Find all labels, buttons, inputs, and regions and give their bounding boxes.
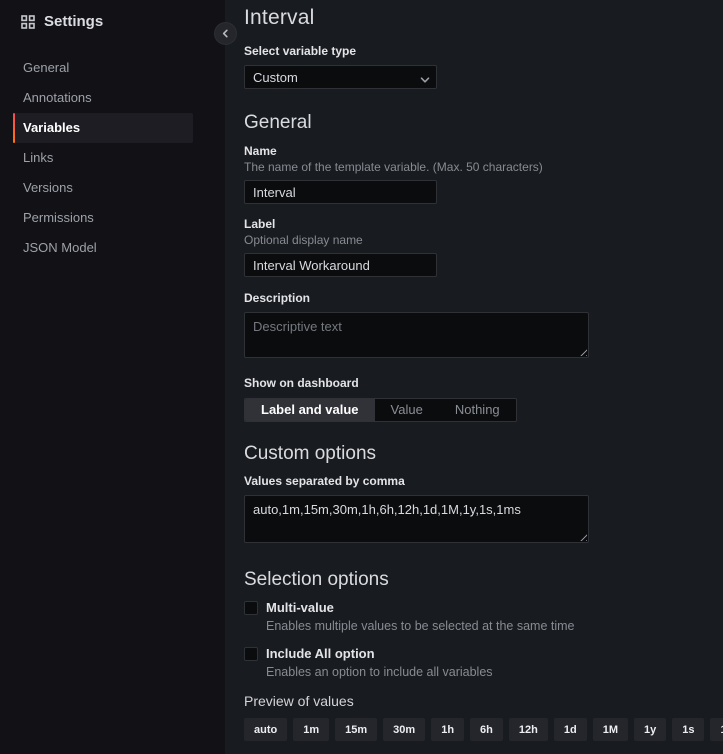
preview-chip[interactable]: 1y (634, 718, 666, 741)
radio-value[interactable]: Value (375, 399, 439, 421)
chevron-down-icon (420, 72, 430, 90)
preview-chip[interactable]: 30m (383, 718, 425, 741)
include-all-description: Enables an option to include all variabl… (266, 665, 723, 679)
show-on-dashboard-label: Show on dashboard (244, 376, 723, 390)
include-all-label[interactable]: Include All option (266, 646, 375, 661)
preview-chip[interactable]: 15m (335, 718, 377, 741)
label-description: Optional display name (244, 233, 723, 247)
multi-value-checkbox[interactable] (244, 601, 258, 615)
sidebar-item-permissions[interactable]: Permissions (13, 203, 193, 233)
preview-chip[interactable]: 1s (672, 718, 704, 741)
description-label: Description (244, 291, 723, 305)
values-label: Values separated by comma (244, 474, 723, 488)
preview-chip[interactable]: 6h (470, 718, 503, 741)
sidebar-item-general[interactable]: General (13, 53, 193, 83)
general-section-title: General (244, 112, 723, 134)
collapse-sidebar-button[interactable] (214, 22, 237, 45)
preview-chip[interactable]: 1d (554, 718, 587, 741)
sidebar-item-versions[interactable]: Versions (13, 173, 193, 203)
page-title: Interval (244, 6, 723, 30)
variable-type-select[interactable]: Custom (244, 65, 437, 89)
chevron-left-icon (221, 29, 230, 38)
custom-options-section-title: Custom options (244, 443, 723, 465)
variable-type-label: Select variable type (244, 44, 723, 58)
selection-options-section-title: Selection options (244, 569, 723, 591)
multi-value-label[interactable]: Multi-value (266, 600, 334, 615)
label-input[interactable] (244, 253, 437, 277)
preview-chips: auto 1m 15m 30m 1h 6h 12h 1d 1M 1y 1s 1m… (244, 718, 723, 741)
sidebar-item-json-model[interactable]: JSON Model (13, 233, 193, 263)
values-textarea[interactable]: auto,1m,15m,30m,1h,6h,12h,1d,1M,1y,1s,1m… (244, 495, 589, 543)
name-description: The name of the template variable. (Max.… (244, 160, 723, 174)
sidebar-item-variables[interactable]: Variables (13, 113, 193, 143)
preview-chip[interactable]: 12h (509, 718, 548, 741)
name-field-group: Name The name of the template variable. … (244, 144, 723, 204)
preview-label: Preview of values (244, 693, 723, 709)
variable-type-group: Select variable type Custom (244, 44, 723, 89)
preview-group: Preview of values auto 1m 15m 30m 1h 6h … (244, 693, 723, 741)
preview-chip[interactable]: auto (244, 718, 287, 741)
multi-value-group: Multi-value Enables multiple values to b… (244, 600, 723, 633)
show-on-dashboard-radio-group: Label and value Value Nothing (244, 398, 517, 422)
settings-nav: General Annotations Variables Links Vers… (13, 53, 193, 263)
variable-type-value: Custom (253, 70, 298, 85)
name-label: Name (244, 144, 723, 158)
custom-values-group: Values separated by comma auto,1m,15m,30… (244, 474, 723, 543)
sidebar-title: Settings (44, 13, 103, 30)
description-field-group: Description (244, 291, 723, 358)
preview-chip[interactable]: 1ms (710, 718, 723, 741)
preview-chip[interactable]: 1M (593, 718, 628, 741)
radio-nothing[interactable]: Nothing (439, 399, 516, 421)
settings-sidebar: Settings General Annotations Variables L… (0, 0, 225, 754)
include-all-group: Include All option Enables an option to … (244, 646, 723, 679)
grid-icon (21, 15, 35, 29)
sidebar-item-annotations[interactable]: Annotations (13, 83, 193, 113)
label-label: Label (244, 217, 723, 231)
include-all-checkbox[interactable] (244, 647, 258, 661)
sidebar-header: Settings (0, 0, 225, 30)
show-on-dashboard-group: Show on dashboard Label and value Value … (244, 376, 723, 422)
multi-value-description: Enables multiple values to be selected a… (266, 619, 723, 633)
radio-label-and-value[interactable]: Label and value (245, 399, 375, 421)
name-input[interactable] (244, 180, 437, 204)
preview-chip[interactable]: 1h (431, 718, 464, 741)
preview-chip[interactable]: 1m (293, 718, 329, 741)
variable-editor-main: Interval Select variable type Custom Gen… (225, 0, 723, 754)
label-field-group: Label Optional display name (244, 217, 723, 277)
description-textarea[interactable] (244, 312, 589, 358)
sidebar-item-links[interactable]: Links (13, 143, 193, 173)
